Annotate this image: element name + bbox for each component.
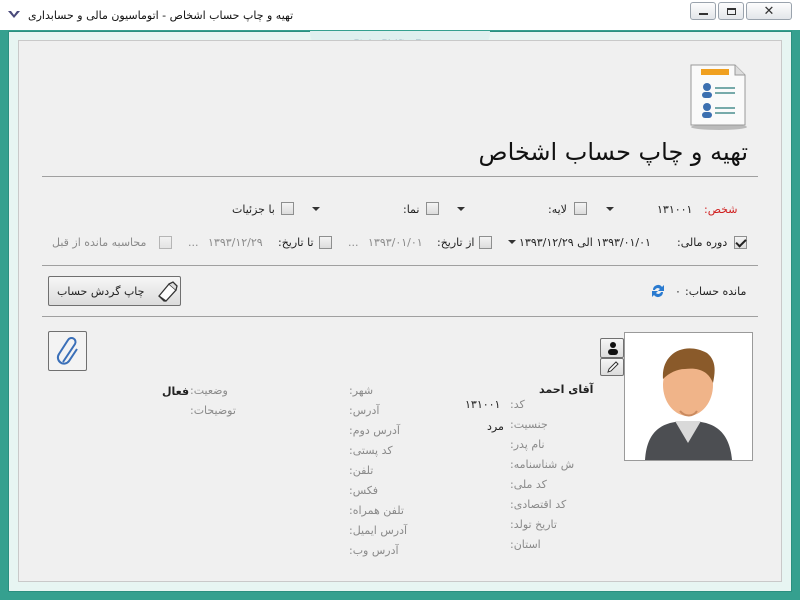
economic-code-label: کد اقتصادی: bbox=[510, 498, 567, 511]
from-date-label: از تاریخ: bbox=[437, 236, 475, 249]
prev-balance-checkbox[interactable] bbox=[159, 236, 172, 249]
notes-label: توضیحات: bbox=[190, 404, 236, 417]
fax-label: فکس: bbox=[349, 484, 379, 497]
gender-value: مرد bbox=[487, 420, 504, 433]
main-panel bbox=[18, 40, 782, 582]
prev-balance-label: محاسبه مانده از قبل bbox=[52, 236, 147, 249]
minimize-icon bbox=[698, 13, 708, 15]
address2-label: آدرس دوم: bbox=[349, 424, 400, 437]
person-label: شخص: bbox=[704, 203, 738, 216]
title-bar: تهیه و چاپ حساب اشخاص - اتوماسیون مالی و… bbox=[0, 0, 800, 30]
code-value: ۱۳۱۰۰۱ bbox=[465, 398, 501, 411]
address-label: آدرس: bbox=[349, 404, 380, 417]
person-avatar-icon bbox=[645, 348, 732, 460]
person-name: آقای احمد bbox=[539, 383, 594, 396]
close-button[interactable]: ✕ bbox=[746, 2, 792, 20]
edit-person-button[interactable] bbox=[600, 358, 624, 376]
window-title: تهیه و چاپ حساب اشخاص - اتوماسیون مالی و… bbox=[28, 9, 294, 22]
phone-label: تلفن: bbox=[349, 464, 374, 477]
from-date-picker-button[interactable]: ... bbox=[348, 236, 359, 249]
balance-value: ۰ bbox=[675, 285, 681, 298]
details-label: با جزئیات bbox=[232, 203, 275, 216]
person-value: ۱۳۱۰۰۱ bbox=[657, 203, 693, 216]
attachment-button[interactable] bbox=[48, 331, 87, 371]
to-date-value[interactable]: ۱۳۹۳/۱۲/۲۹ bbox=[208, 236, 263, 249]
minimize-button[interactable] bbox=[690, 2, 716, 20]
view-checkbox[interactable] bbox=[426, 202, 439, 215]
code-label: کد: bbox=[510, 398, 525, 411]
fiscal-period-label: دوره مالی: bbox=[677, 236, 728, 249]
person-photo bbox=[624, 332, 753, 461]
fiscal-period-checkbox[interactable] bbox=[734, 236, 747, 249]
id-number-label: ش شناسنامه: bbox=[510, 458, 575, 471]
layer-label: لایه: bbox=[548, 203, 567, 216]
divider bbox=[42, 316, 758, 317]
email-label: آدرس ایمیل: bbox=[349, 524, 408, 537]
layer-dropdown-arrow[interactable] bbox=[457, 207, 465, 211]
status-label: وضعیت: bbox=[190, 384, 228, 397]
paperclip-icon bbox=[55, 336, 83, 368]
divider bbox=[42, 265, 758, 266]
fiscal-period-value: ۱۳۹۳/۰۱/۰۱ الی ۱۳۹۳/۱۲/۲۹ bbox=[519, 236, 651, 249]
person-icon bbox=[606, 341, 620, 358]
from-date-value[interactable]: ۱۳۹۳/۰۱/۰۱ bbox=[368, 236, 423, 249]
print-statement-button[interactable]: چاپ گردش حساب bbox=[48, 276, 181, 306]
layer-checkbox[interactable] bbox=[574, 202, 587, 215]
person-dropdown-arrow[interactable] bbox=[606, 207, 614, 211]
pencil-icon bbox=[606, 360, 620, 377]
contacts-document-icon bbox=[685, 59, 749, 131]
close-icon: ✕ bbox=[763, 3, 775, 19]
to-date-checkbox[interactable] bbox=[319, 236, 332, 249]
balance-label: مانده حساب: bbox=[685, 285, 747, 298]
birth-date-label: تاریخ تولد: bbox=[510, 518, 557, 531]
maximize-button[interactable] bbox=[718, 2, 744, 20]
select-person-button[interactable] bbox=[600, 338, 624, 358]
print-statement-label: چاپ گردش حساب bbox=[57, 285, 145, 298]
status-value: فعال bbox=[162, 385, 190, 398]
app-icon bbox=[7, 9, 21, 21]
fiscal-dropdown-arrow[interactable] bbox=[508, 240, 516, 244]
eraser-icon bbox=[155, 280, 179, 304]
national-code-label: کد ملی: bbox=[510, 478, 547, 491]
refresh-icon[interactable] bbox=[650, 282, 666, 300]
mobile-label: تلفن همراه: bbox=[349, 504, 404, 517]
page-title: تهیه و چاپ حساب اشخاص bbox=[478, 138, 748, 166]
divider bbox=[42, 176, 758, 177]
maximize-icon bbox=[726, 7, 736, 15]
details-checkbox[interactable] bbox=[281, 202, 294, 215]
postal-code-label: کد پستی: bbox=[349, 444, 393, 457]
view-dropdown-arrow[interactable] bbox=[312, 207, 320, 211]
website-label: آدرس وب: bbox=[349, 544, 399, 557]
view-label: نما: bbox=[403, 203, 420, 216]
from-date-checkbox[interactable] bbox=[479, 236, 492, 249]
app-window: تهیه و چاپ حساب اشخاص - اتوماسیون مالی و… bbox=[0, 0, 800, 600]
to-date-label: تا تاریخ: bbox=[278, 236, 314, 249]
to-date-picker-button[interactable]: ... bbox=[188, 236, 199, 249]
gender-label: جنسیت: bbox=[510, 418, 548, 431]
province-label: استان: bbox=[510, 538, 541, 551]
father-name-label: نام پدر: bbox=[510, 438, 545, 451]
city-label: شهر: bbox=[349, 384, 374, 397]
